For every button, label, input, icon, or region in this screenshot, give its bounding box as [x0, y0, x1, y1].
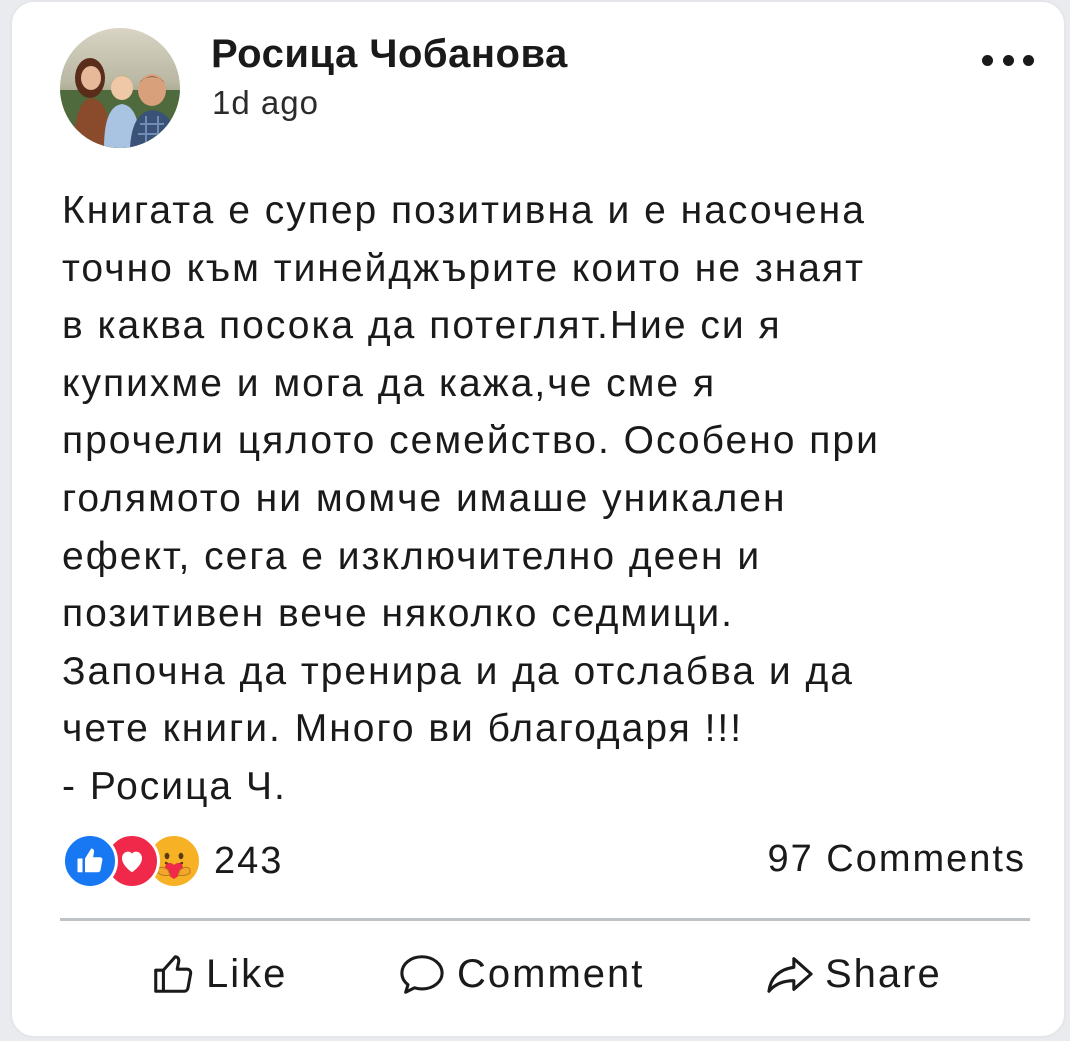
post-text-line: позитивен вече няколко седмици. [62, 592, 734, 636]
post-text-line: голямото ни момче имаше уникален [62, 476, 787, 520]
like-button[interactable]: Like [150, 944, 287, 1004]
post-text-line: прочели цялото семейство. Особено при [62, 419, 880, 463]
reactions-summary[interactable]: 243 [62, 832, 283, 890]
divider [60, 918, 1030, 921]
comment-button[interactable]: Comment [397, 944, 644, 1004]
post-text-line: купихме и мога да кажа,че сме я [62, 361, 717, 405]
post-card: Росица Чобанова 1d ago Книгата е супер п… [10, 0, 1066, 1038]
post-text-line: Започна да тренира и да отслабва и да [62, 649, 854, 693]
share-arrow-icon [767, 957, 813, 993]
comment-bubble-icon [400, 955, 444, 994]
post-text-line: точно към тинейджърите които не знаят [62, 246, 865, 290]
like-label: Like [206, 951, 288, 996]
comments-count-link[interactable]: 97 Comments [767, 838, 1026, 881]
share-label: Share [825, 951, 942, 996]
like-reaction-icon [62, 833, 118, 889]
post-body: Книгата е супер позитивна и е насочена т… [62, 182, 1052, 816]
reaction-count: 243 [214, 839, 284, 882]
thumbs-up-icon [154, 955, 193, 993]
dot [1002, 54, 1014, 66]
dot [982, 54, 993, 66]
avatar[interactable] [60, 28, 180, 148]
post-text-line: Книгата е супер позитивна и е насочена [62, 189, 866, 232]
more-dots-icon[interactable] [982, 42, 1034, 78]
share-button[interactable]: Share [765, 944, 942, 1004]
avatar-photo [60, 28, 180, 148]
comment-label: Comment [457, 951, 645, 996]
author-name[interactable]: Росица Чобанова [211, 32, 568, 77]
post-text-line: ефект, сега е изключително деен и [62, 534, 762, 578]
post-text-line: - Росица Ч. [62, 764, 287, 808]
post-timestamp[interactable]: 1d ago [212, 84, 319, 122]
post-text-line: в каква посока да потеглят.Ние си я [62, 304, 782, 348]
dot [1023, 54, 1034, 66]
post-text-line: чете книги. Много ви благодаря !!! [62, 707, 744, 751]
